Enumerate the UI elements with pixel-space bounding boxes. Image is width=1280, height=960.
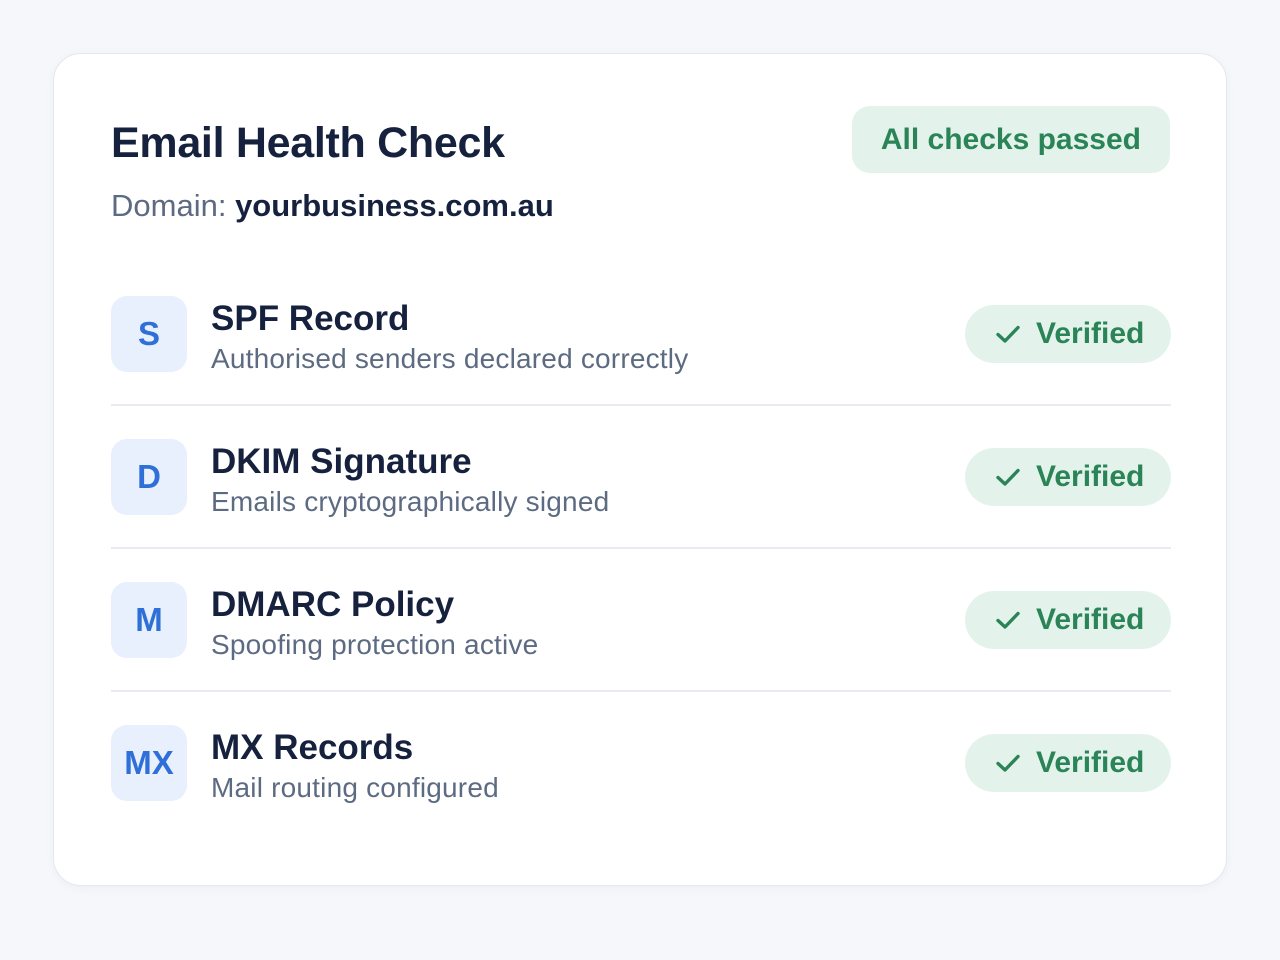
check-name: MX Records — [211, 728, 414, 767]
checkmark-icon — [996, 611, 1020, 629]
status-badge: Verified — [965, 448, 1171, 506]
check-description: Authorised senders declared correctly — [211, 343, 689, 374]
checkmark-icon — [996, 468, 1020, 486]
check-row-dmarc: M DMARC Policy Spoofing protection activ… — [111, 549, 1171, 692]
domain-line: Domain: yourbusiness.com.au — [111, 188, 554, 224]
status-badge: Verified — [965, 734, 1171, 792]
check-description: Mail routing configured — [211, 772, 499, 803]
status-badge: Verified — [965, 305, 1171, 363]
status-label: Verified — [1036, 746, 1145, 779]
status-badge: Verified — [965, 591, 1171, 649]
check-description: Emails cryptographically signed — [211, 486, 610, 517]
spf-icon: S — [111, 296, 187, 372]
page-title: Email Health Check — [111, 119, 505, 167]
check-row-mx: MX MX Records Mail routing configured Ve… — [111, 692, 1171, 835]
mx-icon: MX — [111, 725, 187, 801]
check-row-spf: S SPF Record Authorised senders declared… — [111, 263, 1171, 406]
status-label: Verified — [1036, 603, 1145, 636]
email-health-card: Email Health Check Domain: yourbusiness.… — [53, 53, 1227, 886]
check-row-dkim: D DKIM Signature Emails cryptographicall… — [111, 406, 1171, 549]
status-label: Verified — [1036, 317, 1145, 350]
domain-label: Domain: — [111, 188, 227, 223]
check-description: Spoofing protection active — [211, 629, 539, 660]
check-name: SPF Record — [211, 299, 410, 338]
status-label: Verified — [1036, 460, 1145, 493]
dkim-icon: D — [111, 439, 187, 515]
checkmark-icon — [996, 325, 1020, 343]
checks-list: S SPF Record Authorised senders declared… — [111, 263, 1171, 835]
domain-value: yourbusiness.com.au — [235, 188, 554, 223]
overall-status-badge: All checks passed — [851, 106, 1170, 173]
checkmark-icon — [996, 754, 1020, 772]
check-name: DMARC Policy — [211, 585, 455, 624]
check-name: DKIM Signature — [211, 442, 472, 481]
dmarc-icon: M — [111, 582, 187, 658]
